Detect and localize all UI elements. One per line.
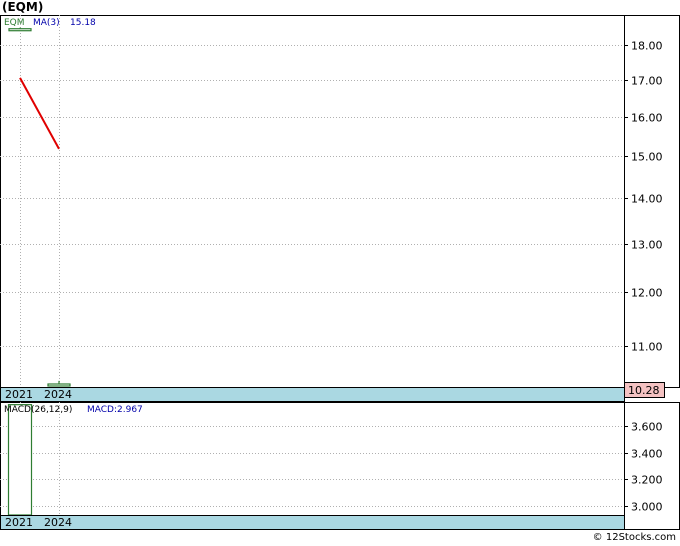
price-panel: 11.00 12.00 13.00 14.00 15.00 16.00 17.00 18.00… [0,15,680,402]
price-date-label: 2021 [5,388,33,401]
price-tick-label: 11.00 [631,341,663,354]
price-legend-ma-value: 15.18 [70,18,96,28]
macd-date-band [0,515,625,530]
macd-tick-label: 3.200 [631,474,663,487]
macd-date-label: 2024 [44,516,72,529]
price-tick-label: 13.00 [631,239,663,252]
last-price-label: 10.28 [628,384,660,397]
price-bar-body [47,383,71,387]
price-tick-label: 14.00 [631,193,663,206]
price-date-band [0,387,625,402]
macd-bar [7,404,33,516]
chart-canvas: 11.00 12.00 13.00 14.00 15.00 16.00 17.00 18.00… [0,15,680,530]
macd-tick-label: 3.600 [631,421,663,434]
price-tick-label: 16.00 [631,112,663,125]
price-tick-label: 12.00 [631,287,663,300]
footer-credit: © 12Stocks.com [592,532,676,543]
macd-tick-label: 3.000 [631,501,663,514]
macd-legend-name: MACD(26,12,9) [4,405,72,415]
price-tick-label: 17.00 [631,75,663,88]
price-date-label: 2024 [44,388,72,401]
macd-frame [0,402,680,530]
macd-date-label: 2021 [5,516,33,529]
price-frame [0,15,680,388]
price-legend-ticker: EQM [4,18,25,28]
price-bar-body [8,28,32,32]
price-bar [8,27,32,32]
price-tick-label: 15.00 [631,151,663,164]
price-tick-label: 18.00 [631,40,663,53]
macd-tick-label: 3.400 [631,448,663,461]
price-legend-ma-label: MA(3) [33,18,60,28]
macd-panel: 3.000 3.200 3.400 3.600 MACD(26,12,9) MACD:2.… [0,402,680,530]
macd-legend-value: MACD:2.967 [87,405,143,415]
